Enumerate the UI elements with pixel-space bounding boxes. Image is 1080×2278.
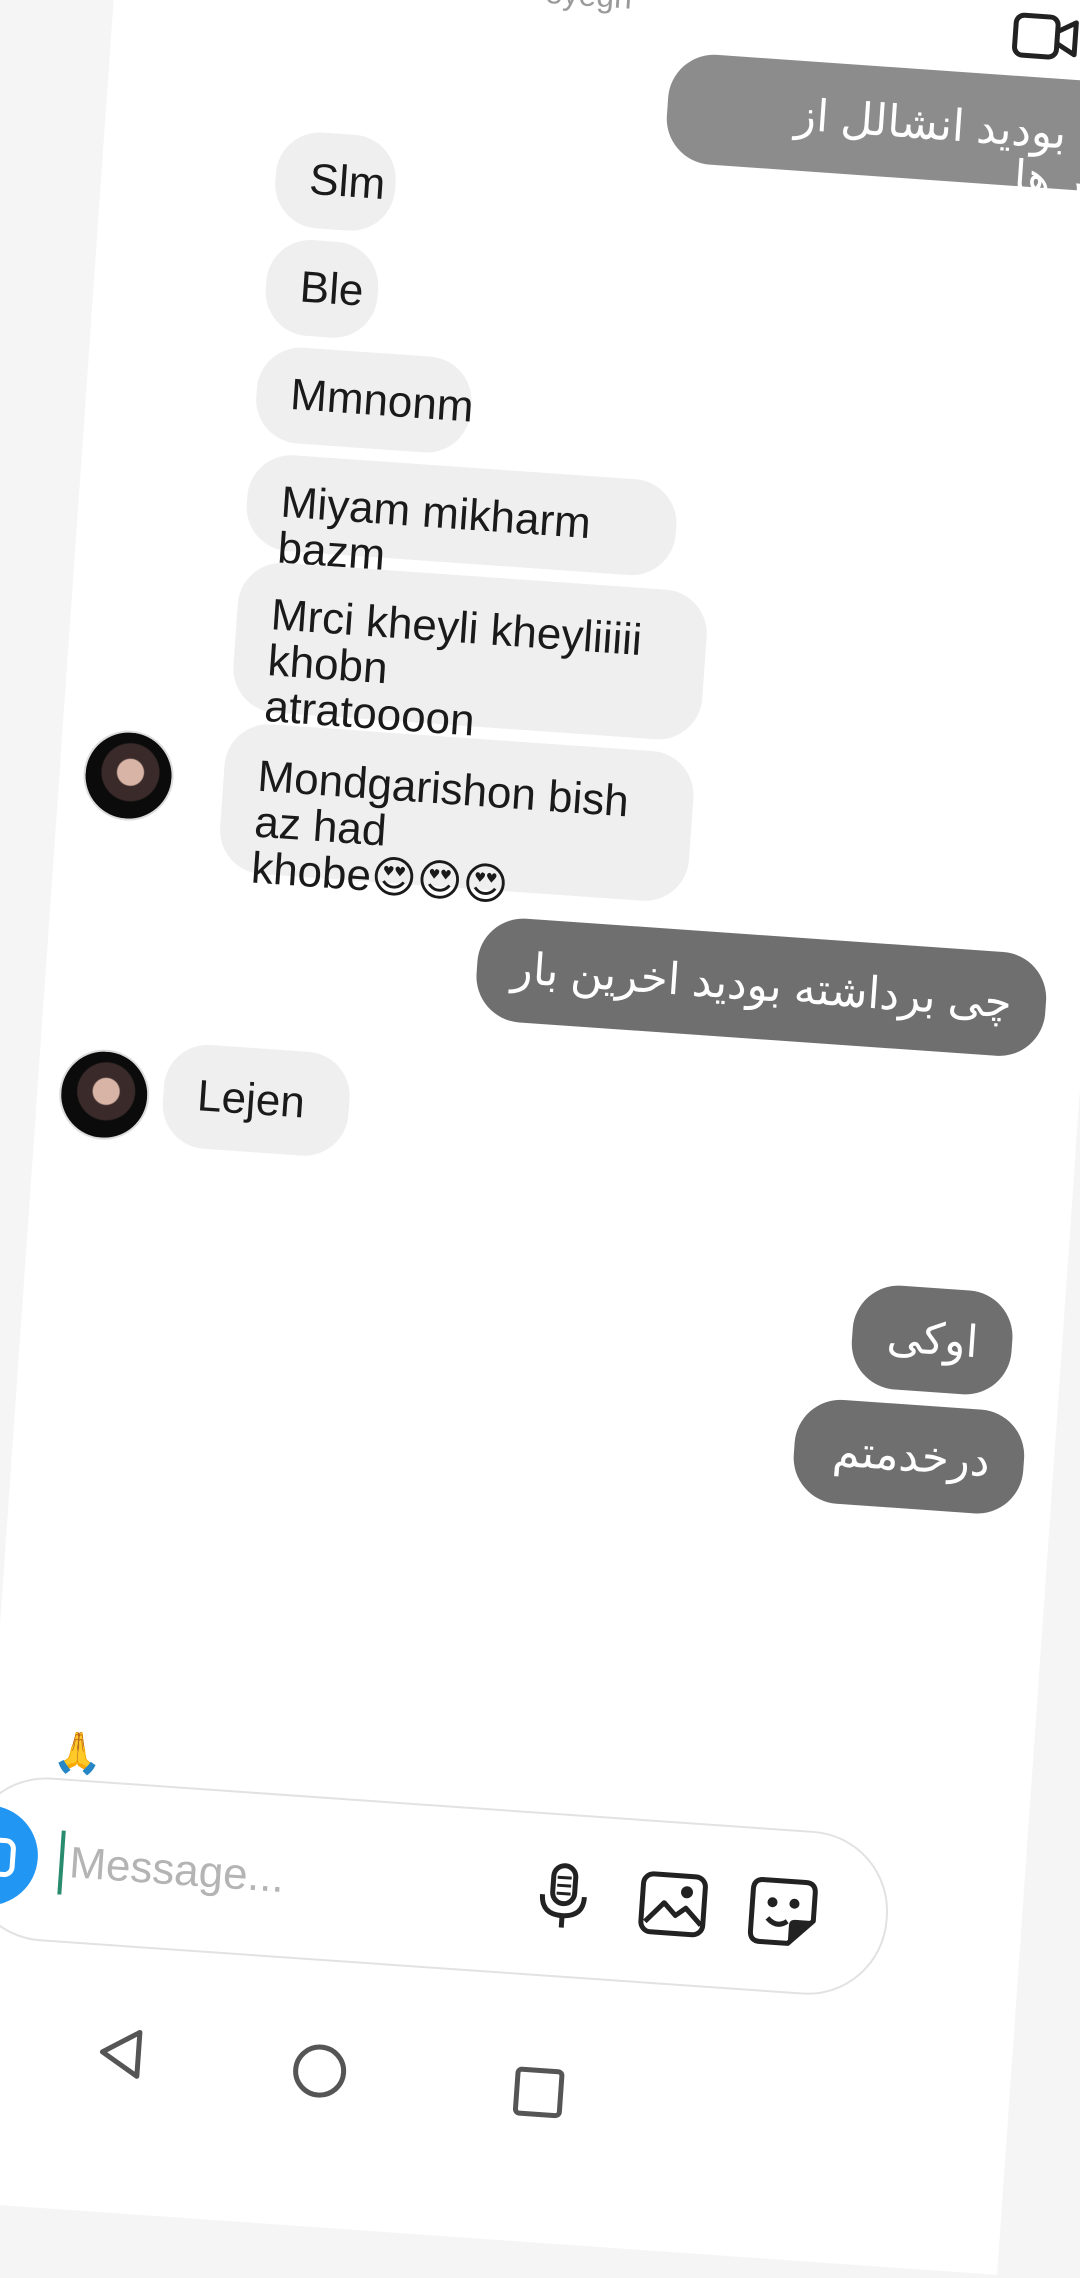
message-text: Mmnonm [288, 370, 476, 432]
message-text: Ble [298, 262, 366, 316]
message-bubble-incoming[interactable]: Lejen [159, 1041, 353, 1159]
chat-screen: eyegh ضی بودید انشالل از عطر ها Slm Ble … [0, 0, 1080, 2275]
message-input[interactable] [65, 1827, 494, 1929]
message-bubble-incoming[interactable]: Ble [262, 237, 382, 341]
message-bubble-outgoing[interactable]: اوکی [848, 1282, 1016, 1398]
message-text: Slm [307, 154, 387, 209]
message-text: درخدمتم [831, 1426, 992, 1487]
video-call-icon[interactable] [1009, 10, 1080, 70]
nav-home-icon[interactable] [287, 2039, 351, 2108]
message-bubble-incoming[interactable]: Mmnonm [253, 344, 476, 456]
camera-button[interactable] [0, 1802, 42, 1909]
text-cursor [57, 1830, 66, 1895]
microphone-icon[interactable] [524, 1857, 603, 1936]
nav-back-icon[interactable] [88, 2021, 152, 2090]
message-text: Lejen [195, 1071, 307, 1128]
camera-icon [0, 1828, 18, 1883]
message-bubble-incoming[interactable]: Slm [272, 129, 399, 234]
reaction-emoji: 🙏 [51, 1729, 105, 1778]
sticker-icon[interactable] [743, 1873, 822, 1952]
message-bubble-outgoing[interactable]: درخدمتم [790, 1396, 1028, 1517]
message-text: Mondgarishon bish az had khobe😍😍😍 [249, 751, 643, 911]
gallery-icon[interactable] [634, 1865, 713, 1944]
nav-recents-icon[interactable] [506, 2060, 570, 2129]
message-bubble-incoming[interactable]: Mrci kheyli kheyliiiii khobn atratoooon [230, 559, 710, 746]
message-bubble-incoming[interactable]: Mondgarishon bish az had khobe😍😍😍 [217, 721, 697, 910]
message-text: اوکی [885, 1311, 980, 1368]
